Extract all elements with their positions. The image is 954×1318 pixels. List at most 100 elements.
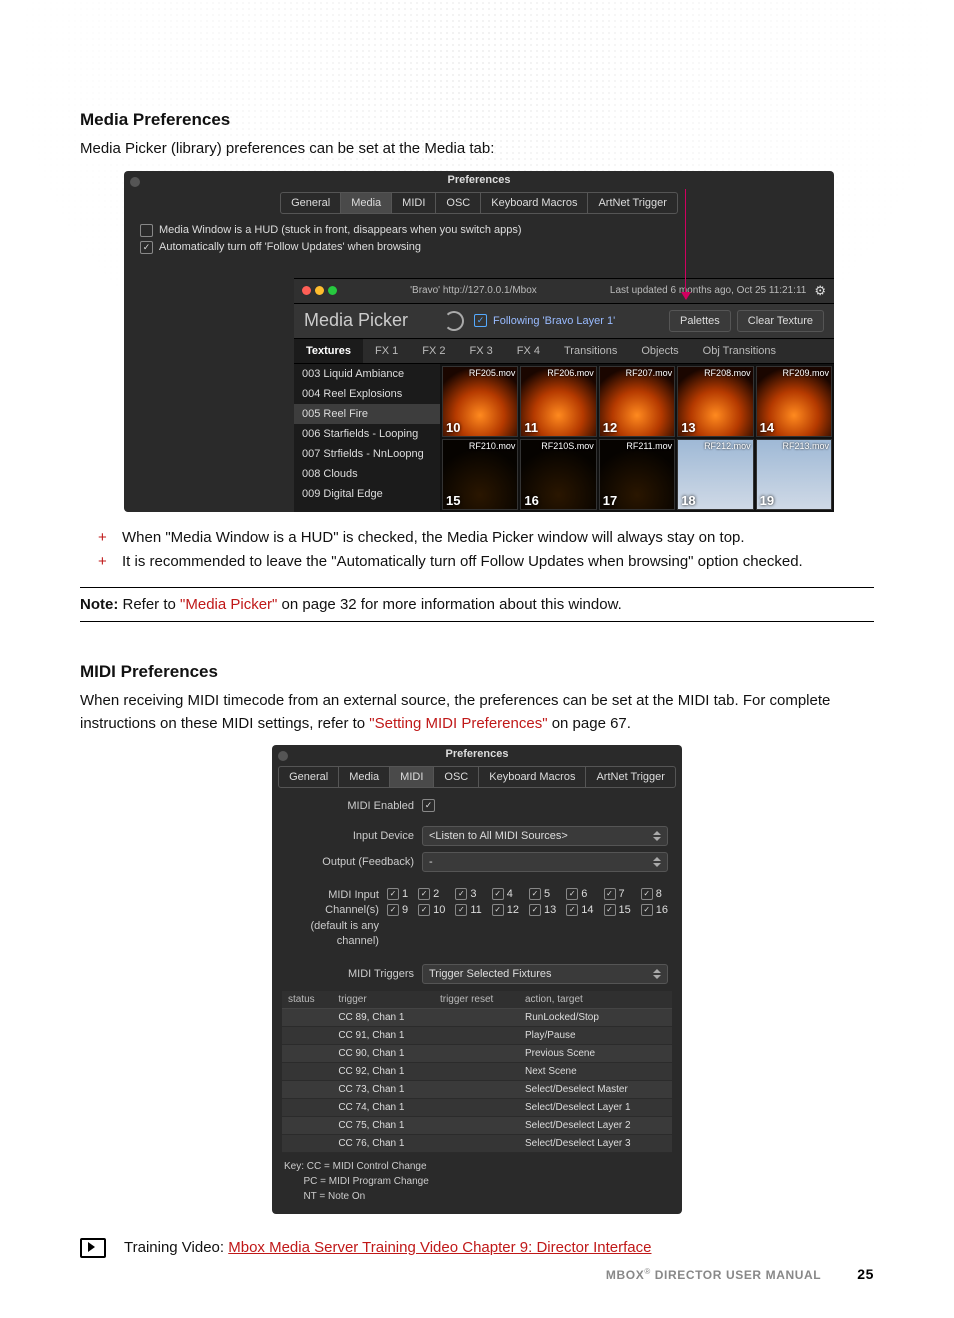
thumbnail[interactable]: RF206.mov11 (520, 366, 596, 437)
mp-tab[interactable]: Transitions (552, 339, 629, 363)
tab-media[interactable]: Media (339, 767, 390, 787)
media-picker-tabs[interactable]: TexturesFX 1FX 2FX 3FX 4TransitionsObjec… (294, 339, 834, 364)
table-row[interactable]: CC 90, Chan 1Previous Scene (282, 1044, 672, 1062)
palettes-button[interactable]: Palettes (669, 310, 731, 332)
checkbox-icon[interactable] (604, 888, 616, 900)
close-icon[interactable] (130, 177, 140, 187)
checkbox-icon[interactable] (641, 888, 653, 900)
checkbox-icon[interactable] (140, 241, 153, 254)
mp-tab[interactable]: Textures (294, 339, 363, 363)
tab-artnet-trigger[interactable]: ArtNet Trigger (588, 193, 676, 213)
hud-checkbox-row[interactable]: Media Window is a HUD (stuck in front, d… (124, 222, 834, 239)
checkbox-icon[interactable] (418, 904, 430, 916)
table-row[interactable]: CC 73, Chan 1Select/Deselect Master (282, 1080, 672, 1098)
media-picker-link[interactable]: "Media Picker" (180, 596, 277, 613)
thumbnail[interactable]: RF208.mov13 (677, 366, 753, 437)
tab-midi[interactable]: MIDI (392, 193, 436, 213)
checkbox-icon[interactable] (641, 904, 653, 916)
channel-checkbox[interactable]: 12 (492, 904, 519, 916)
mp-tab[interactable]: Objects (629, 339, 690, 363)
checkbox-icon[interactable] (140, 224, 153, 237)
prefs-tab-bar[interactable]: GeneralMediaMIDIOSCKeyboard MacrosArtNet… (280, 192, 678, 214)
channel-checkbox[interactable]: 11 (455, 904, 481, 916)
channel-checkbox[interactable]: 2 (418, 888, 445, 900)
gear-icon[interactable]: ⚙ (814, 283, 826, 299)
prefs-tab-bar[interactable]: GeneralMediaMIDIOSCKeyboard MacrosArtNet… (278, 766, 676, 788)
midi-channels-row[interactable]: MIDI Input Channel(s)(default is any cha… (272, 885, 682, 953)
checkbox-icon[interactable] (387, 888, 399, 900)
tab-midi[interactable]: MIDI (390, 767, 434, 787)
checkbox-icon[interactable] (529, 888, 541, 900)
mp-tab[interactable]: FX 1 (363, 339, 410, 363)
midi-triggers-row[interactable]: MIDI Triggers Trigger Selected Fixtures (272, 961, 682, 987)
clear-texture-button[interactable]: Clear Texture (737, 310, 824, 332)
checkbox-icon[interactable] (455, 904, 467, 916)
thumbnail[interactable]: RF209.mov14 (756, 366, 832, 437)
input-device-select[interactable]: <Listen to All MIDI Sources> (422, 826, 668, 846)
midi-enabled-row[interactable]: MIDI Enabled ✓ (272, 796, 682, 815)
refresh-icon[interactable] (444, 311, 464, 331)
following-checkbox[interactable]: Following 'Bravo Layer 1' (474, 314, 615, 327)
mp-tab[interactable]: FX 2 (410, 339, 457, 363)
close-icon[interactable] (278, 751, 288, 761)
thumbnail[interactable]: RF207.mov12 (599, 366, 675, 437)
channel-checkbox[interactable]: 8 (641, 888, 668, 900)
channel-checkbox[interactable]: 10 (418, 904, 445, 916)
mp-tab[interactable]: FX 4 (505, 339, 552, 363)
sidebar-item[interactable]: 009 Digital Edge (294, 484, 440, 504)
checkbox-icon[interactable]: ✓ (422, 799, 435, 812)
table-row[interactable]: CC 92, Chan 1Next Scene (282, 1062, 672, 1080)
thumbnail[interactable]: RF210.mov15 (442, 439, 518, 510)
sidebar-item[interactable]: 008 Clouds (294, 464, 440, 484)
thumbnail[interactable]: RF213.mov19 (756, 439, 832, 510)
mp-tab[interactable]: FX 3 (458, 339, 505, 363)
tab-media[interactable]: Media (341, 193, 392, 213)
channel-checkbox[interactable]: 13 (529, 904, 556, 916)
thumbnail[interactable]: RF210S.mov16 (520, 439, 596, 510)
sidebar-item[interactable]: 007 Strfields - NnLoopng (294, 444, 440, 464)
tab-keyboard-macros[interactable]: Keyboard Macros (479, 767, 586, 787)
tab-osc[interactable]: OSC (436, 193, 481, 213)
training-video-link[interactable]: Mbox Media Server Training Video Chapter… (228, 1239, 651, 1256)
table-row[interactable]: CC 89, Chan 1RunLocked/Stop (282, 1008, 672, 1026)
checkbox-icon[interactable] (566, 888, 578, 900)
midi-triggers-select[interactable]: Trigger Selected Fixtures (422, 964, 668, 984)
thumbnail[interactable]: RF205.mov10 (442, 366, 518, 437)
channel-checkbox[interactable]: 9 (387, 904, 408, 916)
follow-updates-checkbox-row[interactable]: Automatically turn off 'Follow Updates' … (124, 239, 834, 256)
window-traffic-lights[interactable] (302, 286, 337, 295)
channel-checkbox[interactable]: 15 (604, 904, 631, 916)
checkbox-icon[interactable] (566, 904, 578, 916)
thumbnail[interactable]: RF212.mov18 (677, 439, 753, 510)
sidebar-item[interactable]: 006 Starfields - Looping (294, 424, 440, 444)
mp-tab[interactable]: Obj Transitions (691, 339, 788, 363)
checkbox-icon[interactable] (474, 314, 487, 327)
channel-checkbox[interactable]: 3 (455, 888, 481, 900)
channel-checkbox[interactable]: 5 (529, 888, 556, 900)
tab-general[interactable]: General (281, 193, 341, 213)
channel-checkbox[interactable]: 1 (387, 888, 408, 900)
table-row[interactable]: CC 76, Chan 1Select/Deselect Layer 3 (282, 1134, 672, 1152)
tab-osc[interactable]: OSC (434, 767, 479, 787)
checkbox-icon[interactable] (492, 904, 504, 916)
input-device-row[interactable]: Input Device <Listen to All MIDI Sources… (272, 823, 682, 849)
channel-checkbox[interactable]: 6 (566, 888, 593, 900)
table-row[interactable]: CC 91, Chan 1Play/Pause (282, 1026, 672, 1044)
tab-keyboard-macros[interactable]: Keyboard Macros (481, 193, 588, 213)
checkbox-icon[interactable] (387, 904, 399, 916)
tab-artnet-trigger[interactable]: ArtNet Trigger (586, 767, 674, 787)
thumbnail-grid[interactable]: RF205.mov10RF206.mov11RF207.mov12RF208.m… (440, 364, 834, 512)
thumbnail[interactable]: RF211.mov17 (599, 439, 675, 510)
channel-checkbox[interactable]: 16 (641, 904, 668, 916)
checkbox-icon[interactable] (604, 904, 616, 916)
sidebar-item[interactable]: 004 Reel Explosions (294, 384, 440, 404)
table-row[interactable]: CC 74, Chan 1Select/Deselect Layer 1 (282, 1098, 672, 1116)
table-row[interactable]: CC 75, Chan 1Select/Deselect Layer 2 (282, 1116, 672, 1134)
media-folder-sidebar[interactable]: 003 Liquid Ambiance004 Reel Explosions00… (294, 364, 440, 512)
checkbox-icon[interactable] (455, 888, 467, 900)
sidebar-item[interactable]: 005 Reel Fire (294, 404, 440, 424)
checkbox-icon[interactable] (492, 888, 504, 900)
sidebar-item[interactable]: 003 Liquid Ambiance (294, 364, 440, 384)
output-feedback-select[interactable]: - (422, 852, 668, 872)
checkbox-icon[interactable] (418, 888, 430, 900)
